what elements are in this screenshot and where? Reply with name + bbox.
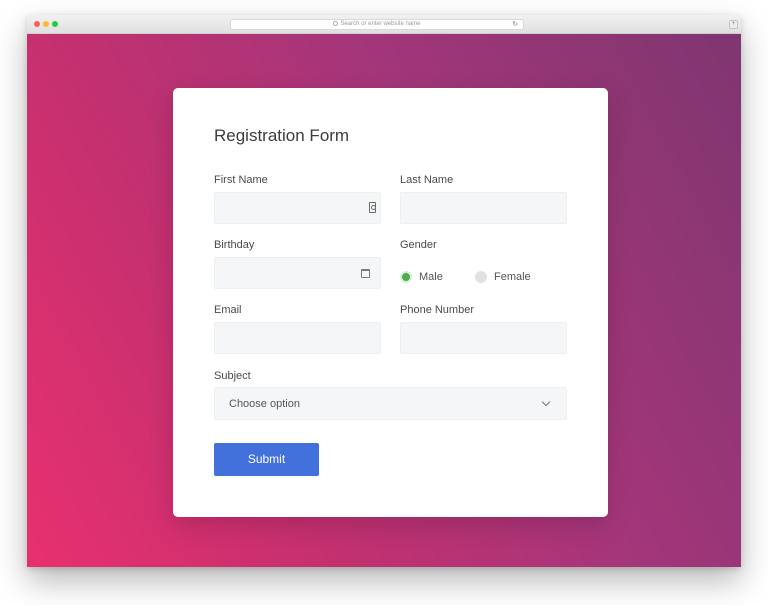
last-name-label: Last Name: [400, 174, 454, 186]
last-name-input[interactable]: [400, 192, 567, 224]
gender-label: Gender: [400, 239, 437, 251]
birthday-label: Birthday: [214, 239, 255, 251]
minimize-window-icon[interactable]: [43, 21, 49, 27]
calendar-icon[interactable]: [361, 269, 370, 278]
close-window-icon[interactable]: [34, 21, 40, 27]
chevron-down-icon: [541, 397, 551, 407]
gender-option-female[interactable]: Female: [475, 270, 531, 284]
maximize-window-icon[interactable]: [52, 21, 58, 27]
subject-select[interactable]: Choose option: [214, 387, 567, 420]
email-input[interactable]: [214, 322, 381, 354]
male-radio-label: Male: [419, 271, 443, 283]
form-title: Registration Form: [214, 126, 350, 145]
subject-label: Subject: [214, 370, 251, 382]
contact-card-icon[interactable]: [369, 202, 376, 213]
address-bar-placeholder: Search or enter website name: [340, 21, 421, 27]
subject-selected-value: Choose option: [229, 398, 300, 410]
birthday-input[interactable]: [214, 257, 381, 289]
female-radio-label: Female: [494, 271, 531, 283]
reload-icon[interactable]: ↻: [512, 20, 518, 29]
phone-number-input[interactable]: [400, 322, 567, 354]
new-tab-button[interactable]: +: [729, 20, 738, 29]
page-background: Registration Form First Name Last Name B…: [27, 34, 741, 567]
female-radio[interactable]: [475, 271, 487, 283]
phone-number-label: Phone Number: [400, 304, 474, 316]
address-bar[interactable]: Search or enter website name ↻: [230, 19, 524, 30]
browser-titlebar: Search or enter website name ↻ +: [27, 15, 741, 34]
submit-button[interactable]: Submit: [214, 443, 319, 476]
search-icon: [333, 21, 339, 26]
first-name-label: First Name: [214, 174, 268, 186]
gender-option-male[interactable]: Male: [400, 270, 443, 284]
male-radio[interactable]: [400, 271, 412, 283]
browser-window: Search or enter website name ↻ + Registr…: [27, 15, 741, 567]
registration-card: Registration Form First Name Last Name B…: [173, 88, 608, 517]
email-label: Email: [214, 304, 242, 316]
first-name-input[interactable]: [214, 192, 381, 224]
